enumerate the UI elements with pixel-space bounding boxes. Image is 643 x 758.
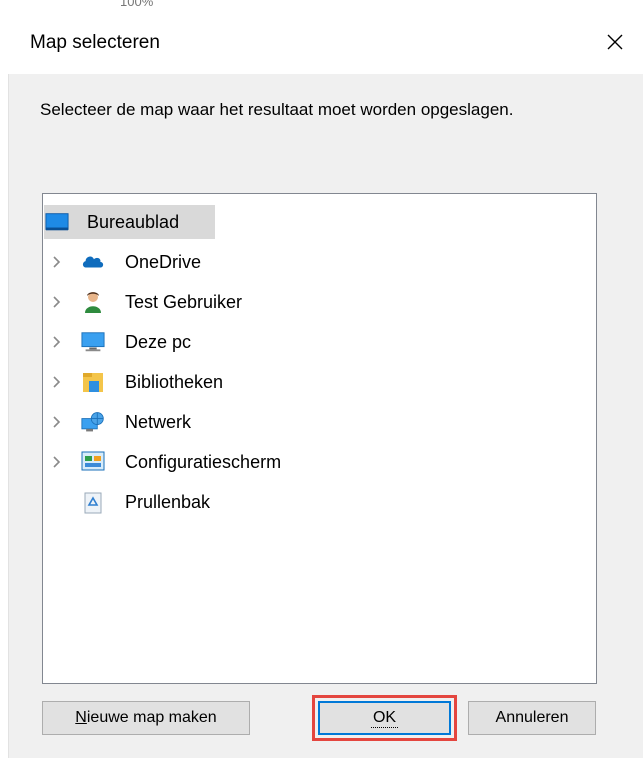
onedrive-icon: [81, 250, 105, 274]
tree-item-label: Netwerk: [125, 411, 192, 432]
ok-button[interactable]: OK: [318, 701, 451, 735]
dialog-title: Map selecteren: [30, 32, 160, 53]
chevron-right-icon[interactable]: [47, 245, 67, 279]
tree-item-label: Bibliotheken: [125, 371, 224, 392]
cancel-button[interactable]: Annuleren: [468, 701, 596, 735]
tree-item-label: Test Gebruiker: [125, 291, 243, 312]
chevron-right-icon[interactable]: [47, 325, 67, 359]
tree-item-label: OneDrive: [125, 251, 202, 272]
dialog-titlebar: Map selecteren: [8, 12, 643, 74]
control-panel-icon: [81, 450, 105, 474]
tree-item-bureaublad[interactable]: Bureaublad: [43, 205, 596, 239]
desktop-icon: [45, 210, 69, 234]
network-icon: [81, 410, 105, 434]
tree-item-label: Prullenbak: [125, 491, 211, 512]
new-folder-button[interactable]: Nieuwe map maken: [42, 701, 250, 735]
chevron-right-icon[interactable]: [47, 285, 67, 319]
ok-button-label: OK: [370, 708, 399, 728]
tree-item-label: Configuratiescherm: [125, 451, 282, 472]
new-folder-label: ieuwe map maken: [86, 709, 217, 726]
background-zoom-text: 100%: [120, 0, 154, 9]
chevron-right-icon[interactable]: [47, 365, 67, 399]
user-icon: [81, 290, 105, 314]
dialog-left-edge: [0, 12, 9, 758]
tree-item-onedrive[interactable]: OneDrive: [43, 245, 596, 279]
tree-item-label: Deze pc: [125, 331, 192, 352]
chevron-right-icon[interactable]: [47, 445, 67, 479]
dialog-instruction: Selecteer de map waar het resultaat moet…: [40, 100, 514, 119]
tree-item-configuratiescherm[interactable]: Configuratiescherm: [43, 445, 596, 479]
tree-item-test-gebruiker[interactable]: Test Gebruiker: [43, 285, 596, 319]
cancel-button-label: Annuleren: [495, 709, 569, 726]
libraries-icon: [81, 370, 105, 394]
tree-item-netwerk[interactable]: Netwerk: [43, 405, 596, 439]
close-button[interactable]: [595, 24, 635, 60]
folder-select-dialog: Map selecteren Selecteer de map waar het…: [0, 12, 643, 758]
tree-item-prullenbak[interactable]: Prullenbak: [43, 485, 596, 519]
recycle-bin-icon: [81, 490, 105, 514]
tree-item-deze-pc[interactable]: Deze pc: [43, 325, 596, 359]
chevron-right-icon[interactable]: [47, 405, 67, 439]
computer-icon: [81, 330, 105, 354]
new-folder-mnemonic: N: [75, 709, 87, 726]
close-icon: [607, 34, 623, 50]
tree-item-label: Bureaublad: [87, 211, 180, 232]
folder-tree[interactable]: Bureaublad OneDrive Test Gebruiker Deze …: [42, 193, 597, 684]
tree-item-bibliotheken[interactable]: Bibliotheken: [43, 365, 596, 399]
